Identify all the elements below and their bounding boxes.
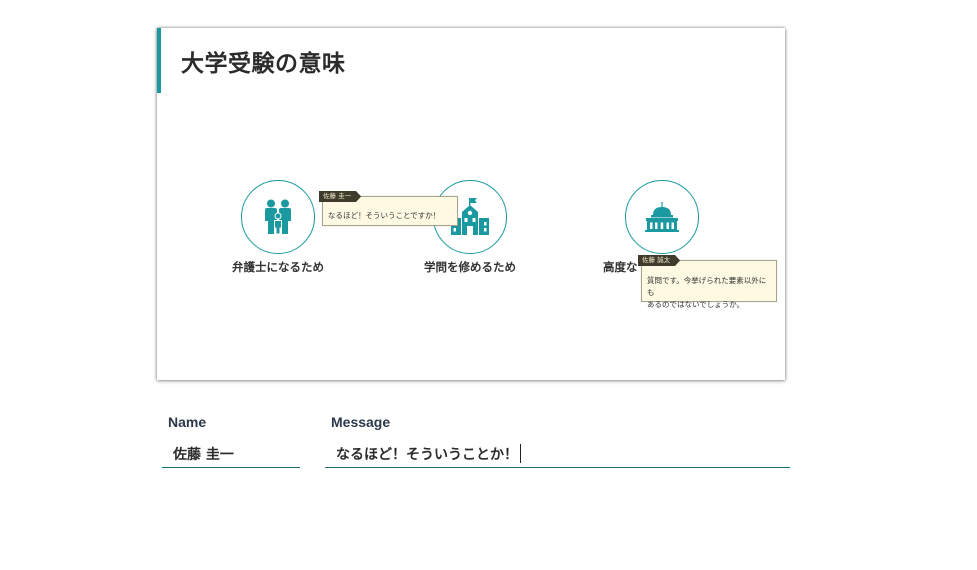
family-icon — [265, 199, 291, 235]
name-field-value: 佐藤 圭一 — [173, 447, 234, 463]
item-label: 弁護士になるため — [232, 260, 324, 274]
title-accent-bar — [157, 28, 161, 93]
text-caret — [520, 444, 521, 463]
capitol-building-icon — [645, 202, 679, 232]
name-label: Name — [168, 414, 207, 430]
slide-item-study: 学問を修めるため — [395, 180, 545, 275]
item-circle — [625, 180, 699, 254]
slide-title: 大学受験の意味 — [181, 51, 346, 77]
message-field-value: なるほど！そういうことか！ — [336, 447, 518, 463]
item-label: 学問を修めるため — [424, 260, 516, 274]
comment-text-line: 質問です。今挙げられた要素以外にも — [647, 276, 767, 297]
comment-bubble: 佐藤 圭一 なるほど！そういうことですか！ — [319, 191, 458, 226]
message-field[interactable]: なるほど！そういうことか！ — [325, 442, 790, 468]
comment-text: 質問です。今挙げられた要素以外にも あるのではないでしょうか。 — [642, 261, 776, 311]
name-field[interactable]: 佐藤 圭一 — [162, 442, 300, 468]
comment-text-line: あるのではないでしょうか。 — [647, 300, 745, 309]
presentation-slide: 大学受験の意味 弁護士になるため 学問を修めるため 高度な 佐藤 圭一 なるほど… — [157, 28, 785, 380]
comment-bubble: 佐藤 誠太 質問です。今挙げられた要素以外にも あるのではないでしょうか。 — [638, 255, 777, 309]
item-circle — [241, 180, 315, 254]
comment-author-tag: 佐藤 圭一 — [319, 191, 362, 202]
message-label: Message — [331, 414, 391, 430]
comment-author-tag: 佐藤 誠太 — [638, 255, 681, 266]
